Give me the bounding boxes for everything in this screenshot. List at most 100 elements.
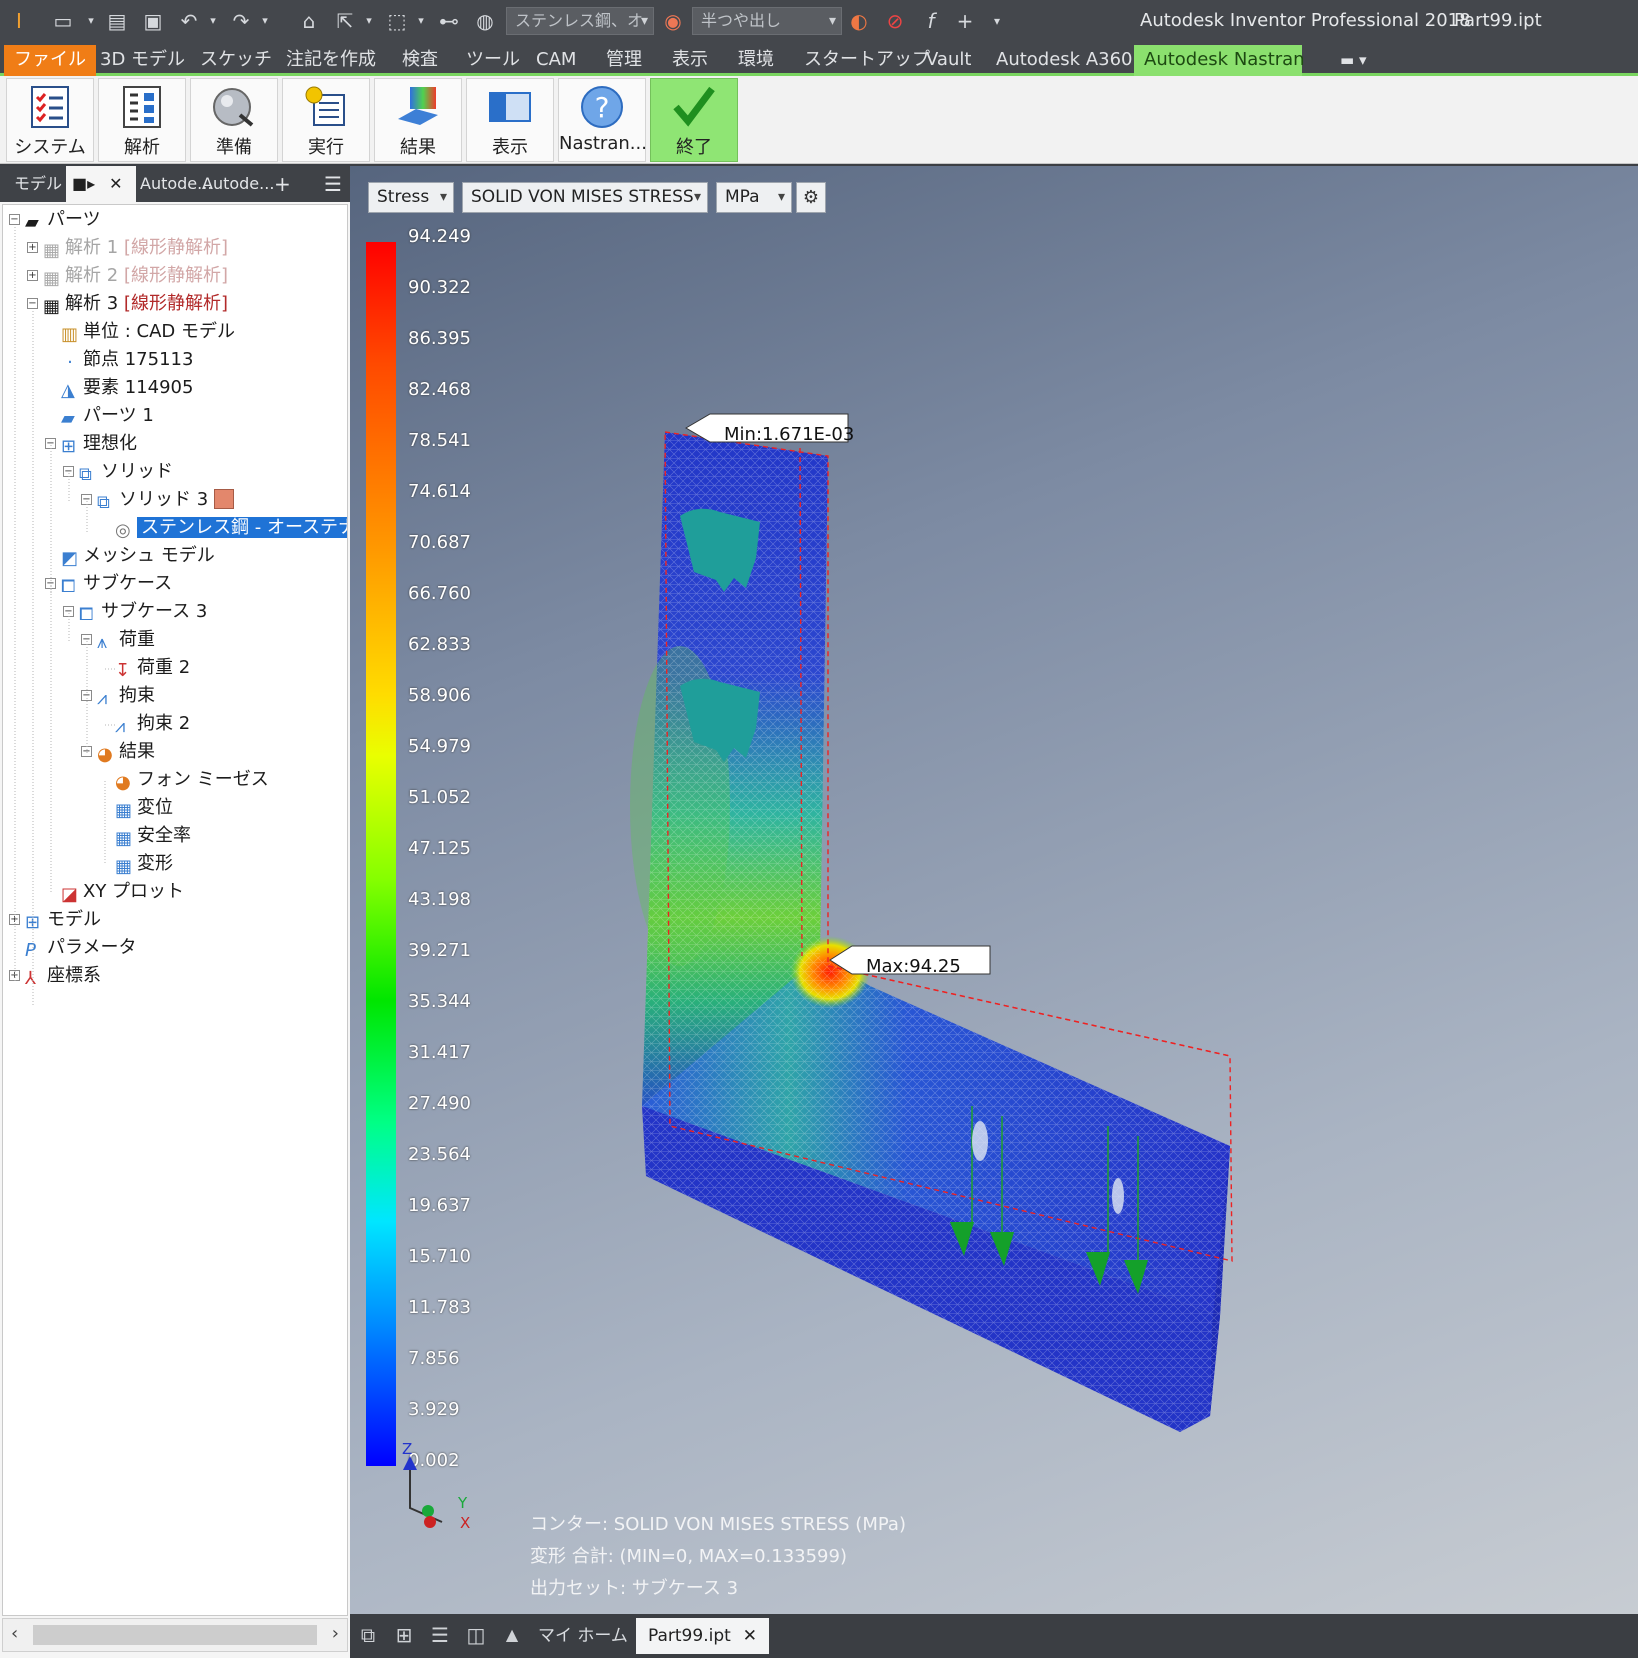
collapse-icon[interactable]: − bbox=[27, 298, 38, 309]
tab-3d-model[interactable]: 3D モデル bbox=[90, 45, 195, 76]
finish-button[interactable]: 終了 bbox=[650, 78, 738, 162]
collapse-icon[interactable]: − bbox=[45, 438, 56, 449]
fea-stress-model[interactable] bbox=[350, 166, 1638, 1614]
select-icon[interactable]: ⬚ bbox=[384, 8, 410, 34]
document-list-up-icon[interactable]: ▲ bbox=[500, 1624, 524, 1648]
tab-environments[interactable]: 環境 bbox=[728, 45, 784, 76]
tree-item-subcase-3[interactable]: − ⧠ サブケース 3 bbox=[63, 599, 207, 625]
tree-item-idealization[interactable]: − ⊞ 理想化 bbox=[45, 431, 137, 457]
material-dropdown[interactable]: ステンレス鋼、オ bbox=[506, 7, 654, 35]
analysis-button[interactable]: 解析 bbox=[98, 78, 186, 162]
expand-icon[interactable]: + bbox=[9, 970, 20, 981]
collapse-icon[interactable]: − bbox=[81, 690, 92, 701]
adjust-appearance-icon[interactable]: ◐ bbox=[846, 8, 872, 34]
tree-item-nodes[interactable]: · 節点 175113 bbox=[61, 347, 193, 373]
browser-tab-model[interactable]: モデル bbox=[8, 166, 68, 202]
tree-item-xy-plot[interactable]: ◪ XY プロット bbox=[61, 879, 184, 905]
collapse-icon[interactable]: − bbox=[45, 578, 56, 589]
new-file-icon[interactable]: ▭ bbox=[50, 8, 76, 34]
customize-dropdown-icon[interactable]: ▾ bbox=[984, 8, 1010, 34]
tab-manage[interactable]: 管理 bbox=[596, 45, 652, 76]
tab-my-home[interactable]: マイ ホーム bbox=[526, 1618, 640, 1654]
collapse-icon[interactable]: − bbox=[63, 606, 74, 617]
tree-item-units[interactable]: ▥ 単位 : CAD モデル bbox=[61, 319, 235, 345]
tree-item-mesh-model[interactable]: ◩ メッシュ モデル bbox=[61, 543, 215, 569]
tree-item-solid-3[interactable]: − ⧉ ソリッド 3 bbox=[81, 487, 235, 513]
tree-item-safety-factor[interactable]: ▦ 安全率 bbox=[115, 823, 191, 849]
tree-item-constraints[interactable]: − ⩘ 拘束 bbox=[81, 683, 155, 709]
tab-autodesk-nastran[interactable]: Autodesk Nastran bbox=[1134, 45, 1305, 76]
collapse-icon[interactable]: − bbox=[81, 746, 92, 757]
view-triad[interactable] bbox=[403, 1456, 443, 1528]
scroll-right-icon[interactable]: › bbox=[332, 1623, 339, 1644]
expand-icon[interactable]: + bbox=[9, 914, 20, 925]
tree-item-parameters[interactable]: P パラメータ bbox=[25, 935, 136, 961]
fx-parameters-icon[interactable]: f bbox=[918, 8, 944, 34]
browser-horizontal-scrollbar[interactable]: ‹ › bbox=[2, 1618, 348, 1652]
tree-item-coordinate-systems[interactable]: + ⅄ 座標系 bbox=[9, 963, 101, 989]
tree-item-model[interactable]: + ⊞ モデル bbox=[9, 907, 101, 933]
tab-inspect[interactable]: 検査 bbox=[392, 45, 448, 76]
collapse-icon[interactable]: − bbox=[9, 214, 20, 225]
tree-item-displacement[interactable]: ▦ 変位 bbox=[115, 795, 173, 821]
tree-item-loads[interactable]: − ⩚ 荷重 bbox=[81, 627, 155, 653]
browser-tab-nastran[interactable]: ■▸ ✕ bbox=[66, 166, 136, 202]
display-button[interactable]: 表示 bbox=[466, 78, 554, 162]
select-dropdown-icon[interactable]: ▾ bbox=[408, 8, 434, 34]
inventor-pro-logo-icon[interactable]: I bbox=[6, 8, 32, 34]
tab-a360[interactable]: Autodesk A360 bbox=[986, 45, 1143, 76]
tab-tools[interactable]: ツール bbox=[456, 45, 530, 76]
close-tab-icon[interactable]: ✕ bbox=[109, 174, 122, 193]
prepare-button[interactable]: 準備 bbox=[190, 78, 278, 162]
expand-icon[interactable]: + bbox=[27, 270, 38, 281]
run-button[interactable]: 実行 bbox=[282, 78, 370, 162]
ribbon-display-options-icon[interactable]: ▬ ▾ bbox=[1330, 45, 1376, 76]
tree-item-part-1[interactable]: ▰ パーツ 1 bbox=[61, 403, 154, 429]
new-dropdown-icon[interactable]: ▾ bbox=[78, 8, 104, 34]
tree-item-analysis-2[interactable]: + ▦ 解析 2 [線形静解析] bbox=[27, 263, 228, 289]
tab-vault[interactable]: Vault bbox=[916, 45, 981, 76]
tile-windows-icon[interactable]: ⊞ bbox=[392, 1624, 416, 1648]
cascade-windows-icon[interactable]: ⧉ bbox=[356, 1624, 380, 1648]
save-icon[interactable]: ▣ bbox=[140, 8, 166, 34]
tree-item-subcases[interactable]: − ⧠ サブケース bbox=[45, 571, 172, 597]
tree-item-von-mises[interactable]: ◕ フォン ミーゼス bbox=[115, 767, 269, 793]
appearance-dropdown[interactable]: 半つや出し bbox=[692, 7, 842, 35]
appearance-color-icon[interactable]: ◉ bbox=[660, 8, 686, 34]
measure-icon[interactable]: ⊷ bbox=[436, 8, 462, 34]
tree-item-deformation[interactable]: ▦ 変形 bbox=[115, 851, 173, 877]
tree-item-parts[interactable]: − ▰ パーツ bbox=[9, 207, 101, 233]
tree-item-analysis-3[interactable]: − ▦ 解析 3 [線形静解析] bbox=[27, 291, 228, 317]
graphics-viewport[interactable]: Stress SOLID VON MISES STRESS MPa ⚙ 94.2… bbox=[350, 166, 1638, 1614]
tab-cam[interactable]: CAM bbox=[526, 45, 586, 76]
redo-dropdown-icon[interactable]: ▾ bbox=[252, 8, 278, 34]
tile-horizontal-icon[interactable]: ☰ bbox=[428, 1624, 452, 1648]
tab-file[interactable]: ファイル bbox=[4, 45, 96, 76]
clear-appearance-icon[interactable]: ⊘ bbox=[882, 8, 908, 34]
expand-icon[interactable]: + bbox=[27, 242, 38, 253]
open-icon[interactable]: ▤ bbox=[104, 8, 130, 34]
collapse-icon[interactable]: − bbox=[63, 466, 74, 477]
nastran-help-button[interactable]: ? Nastran... bbox=[558, 78, 647, 162]
close-document-icon[interactable]: ✕ bbox=[743, 1626, 757, 1646]
redo-icon[interactable]: ↷ bbox=[228, 8, 254, 34]
tree-item-elements[interactable]: ◮ 要素 114905 bbox=[61, 375, 193, 401]
tree-item-material[interactable]: ◎ステンレス鋼 - オーステナイト系 bbox=[115, 515, 347, 541]
add-icon[interactable]: + bbox=[952, 8, 978, 34]
results-button[interactable]: 結果 bbox=[374, 78, 462, 162]
tile-vertical-icon[interactable]: ◫ bbox=[464, 1624, 488, 1648]
browser-menu-icon[interactable]: ☰ bbox=[318, 166, 348, 202]
scrollbar-thumb[interactable] bbox=[33, 1625, 317, 1645]
tab-annotate[interactable]: 注記を作成 bbox=[276, 45, 386, 76]
add-browser-tab-icon[interactable]: + bbox=[268, 166, 297, 202]
material-sphere-icon[interactable]: ◍ bbox=[472, 8, 498, 34]
scroll-left-icon[interactable]: ‹ bbox=[11, 1623, 18, 1644]
undo-icon[interactable]: ↶ bbox=[176, 8, 202, 34]
tree-item-analysis-1[interactable]: + ▦ 解析 1 [線形静解析] bbox=[27, 235, 228, 261]
undo-dropdown-icon[interactable]: ▾ bbox=[200, 8, 226, 34]
return-icon[interactable]: ⇱ bbox=[332, 8, 358, 34]
tab-document-part99[interactable]: Part99.ipt ✕ bbox=[636, 1618, 770, 1654]
tab-sketch[interactable]: スケッチ bbox=[190, 45, 282, 76]
tree-item-results[interactable]: − ◕ 結果 bbox=[81, 739, 155, 765]
return-dropdown-icon[interactable]: ▾ bbox=[356, 8, 382, 34]
